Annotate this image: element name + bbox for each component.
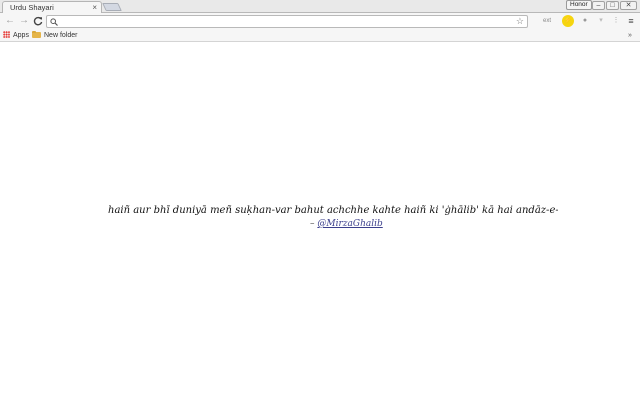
extension-arrow-icon[interactable]: ▾	[596, 15, 606, 27]
extension-lightning-icon[interactable]: ⚡	[562, 15, 574, 27]
reload-button[interactable]	[31, 14, 45, 28]
close-window-button[interactable]: ✕	[620, 1, 637, 10]
menu-icon[interactable]: ≡	[626, 15, 636, 27]
bookmark-star-icon[interactable]: ☆	[516, 16, 524, 27]
tab-title: Urdu Shayari	[10, 3, 54, 12]
page-content: haiñ aur bhī duniyā meñ suḳhan-var bahut…	[0, 43, 640, 400]
back-button[interactable]: ←	[3, 14, 17, 28]
extension-dots-icon[interactable]: ⋮	[611, 15, 621, 27]
bookmark-folder-label: New folder	[44, 32, 78, 39]
folder-icon	[32, 30, 41, 38]
browser-toolbar: ← → ☆ ext ⚡ ● ▾ ⋮ ≡	[0, 13, 640, 30]
verse-text: haiñ aur bhī duniyā meñ suḳhan-var bahut…	[108, 205, 558, 216]
extension-icon[interactable]: ext	[541, 15, 553, 27]
bookmarks-overflow-icon[interactable]: »	[628, 30, 632, 41]
attribution: – @MirzaGhalib	[310, 218, 383, 230]
bookmark-apps-label: Apps	[13, 32, 29, 39]
new-tab-button[interactable]	[102, 3, 122, 11]
author-link[interactable]: @MirzaGhalib	[317, 219, 382, 229]
search-icon	[50, 16, 58, 29]
forward-button[interactable]: →	[17, 14, 31, 28]
bookmark-apps[interactable]: Apps	[3, 30, 29, 41]
profile-button[interactable]: Honor	[566, 0, 592, 10]
minimize-button[interactable]: –	[592, 1, 605, 10]
apps-grid-icon	[3, 31, 10, 38]
tab-strip: Urdu Shayari × Honor – □ ✕	[0, 0, 640, 14]
reload-icon	[33, 16, 43, 26]
address-bar[interactable]: ☆	[46, 15, 528, 28]
extension-shield-icon[interactable]: ●	[580, 15, 590, 27]
url-input[interactable]	[61, 16, 501, 27]
bookmarks-bar: Apps New folder »	[0, 30, 640, 42]
shayari-line: haiñ aur bhī duniyā meñ suḳhan-var bahut…	[0, 204, 640, 218]
tab-close-icon[interactable]: ×	[92, 2, 97, 13]
maximize-button[interactable]: □	[606, 1, 619, 10]
bookmark-new-folder[interactable]: New folder	[32, 30, 77, 41]
